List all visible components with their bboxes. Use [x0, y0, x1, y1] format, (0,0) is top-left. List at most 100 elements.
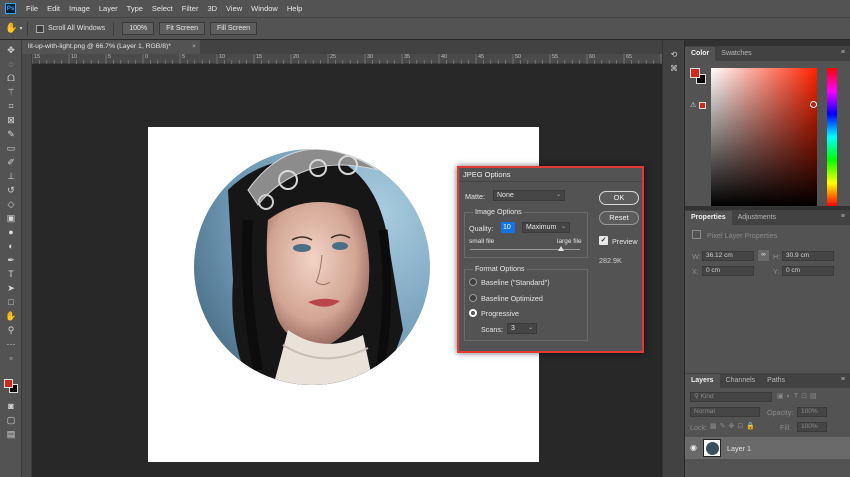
visibility-eye-icon[interactable]: ◉ — [690, 443, 697, 452]
reset-button[interactable]: Reset — [599, 211, 639, 225]
progressive-radio[interactable] — [469, 309, 477, 317]
link-dimensions-icon[interactable]: ∞ — [758, 250, 769, 261]
screen-mode-full-icon[interactable]: ▤ — [4, 428, 18, 440]
edit-toolbar-icon[interactable]: ▫ — [4, 352, 18, 364]
foreground-color-chip[interactable] — [690, 68, 700, 78]
filter-icons[interactable]: ▣◐T⊡▤ — [777, 392, 820, 400]
screen-mode-icon[interactable]: ▢ — [4, 414, 18, 426]
ok-button[interactable]: OK — [599, 191, 639, 205]
clone-stamp-tool-icon[interactable]: ⊥ — [4, 170, 18, 182]
scroll-all-windows-checkbox[interactable] — [36, 24, 44, 33]
brush-settings-panel-icon[interactable]: ⌘ — [668, 64, 680, 75]
web-safe-chip[interactable] — [699, 102, 706, 109]
frame-tool-icon[interactable]: ⊠ — [4, 114, 18, 126]
hand-tool-preset-icon[interactable]: ✋ ▾ — [5, 22, 22, 36]
path-selection-tool-icon[interactable]: ➤ — [4, 282, 18, 294]
brush-tool-icon[interactable]: ✐ — [4, 156, 18, 168]
close-tab-icon[interactable]: × — [192, 40, 196, 54]
progressive-label: Progressive — [481, 309, 519, 318]
hue-slider[interactable] — [827, 68, 837, 206]
opacity-field[interactable]: 100% — [797, 407, 827, 417]
dodge-tool-icon[interactable]: ◐ — [4, 240, 18, 252]
move-tool-icon[interactable]: ✥ — [4, 44, 18, 56]
more-tools-icon[interactable]: ⋯ — [4, 338, 18, 350]
blur-tool-icon[interactable]: ● — [4, 226, 18, 238]
tab-paths[interactable]: Paths — [761, 374, 791, 388]
tab-adjustments[interactable]: Adjustments — [732, 211, 783, 225]
color-picker-cursor[interactable] — [810, 101, 817, 108]
panel-menu-icon[interactable]: ≡ — [841, 213, 845, 220]
healing-brush-tool-icon[interactable]: ▭ — [4, 142, 18, 154]
baseline-standard-radio[interactable] — [469, 278, 477, 286]
tab-channels[interactable]: Channels — [720, 374, 762, 388]
menu-help[interactable]: Help — [287, 4, 302, 13]
blend-mode-select[interactable]: Normal — [690, 407, 760, 417]
lasso-tool-icon[interactable]: ᗝ — [4, 72, 18, 84]
layer-filter-select[interactable]: ⚲ Kind — [690, 392, 772, 402]
eraser-tool-icon[interactable]: ◇ — [4, 198, 18, 210]
tab-swatches[interactable]: Swatches — [715, 47, 757, 61]
history-brush-tool-icon[interactable]: ↺ — [4, 184, 18, 196]
crop-tool-icon[interactable]: ⌗ — [4, 100, 18, 112]
menu-type[interactable]: Type — [127, 4, 143, 13]
tab-layers[interactable]: Layers — [685, 374, 720, 388]
ruler-label: 10 — [219, 54, 226, 60]
fill-value: 100% — [801, 423, 818, 430]
quality-preset-select[interactable]: Maximum ⌄ — [522, 222, 570, 233]
fit-screen-button[interactable]: Fit Screen — [159, 22, 205, 35]
quality-preset-value: Maximum — [526, 224, 557, 231]
baseline-optimized-radio[interactable] — [469, 294, 477, 302]
eyedropper-tool-icon[interactable]: ✎ — [4, 128, 18, 140]
matte-select[interactable]: None ⌄ — [493, 190, 565, 201]
y-field[interactable]: 0 cm — [782, 266, 834, 276]
zoom-100-button[interactable]: 100% — [122, 22, 155, 35]
quick-mask-icon[interactable]: ◙ — [4, 400, 18, 412]
fill-screen-button[interactable]: Fill Screen — [210, 22, 258, 35]
menu-layer[interactable]: Layer — [99, 4, 118, 13]
width-field[interactable]: 36.12 cm — [702, 251, 754, 261]
layer-name[interactable]: Layer 1 — [727, 444, 751, 453]
pixel-layer-icon — [692, 230, 701, 239]
document-tab[interactable]: lit-up-with-light.png @ 66.7% (Layer 1, … — [22, 40, 200, 54]
menu-view[interactable]: View — [226, 4, 242, 13]
w-label: W: — [692, 252, 701, 261]
menu-window[interactable]: Window — [251, 4, 278, 13]
x-field[interactable]: 0 cm — [702, 266, 754, 276]
menu-image[interactable]: Image — [69, 4, 90, 13]
menu-file[interactable]: File — [26, 4, 38, 13]
scans-select[interactable]: 3 ⌄ — [507, 323, 537, 334]
gamut-warning-icon[interactable]: ⚠ — [690, 101, 696, 109]
chevron-down-icon: ⌄ — [527, 325, 533, 331]
menu-filter[interactable]: Filter — [182, 4, 199, 13]
menu-edit[interactable]: Edit — [47, 4, 60, 13]
height-field[interactable]: 30.9 cm — [782, 251, 834, 261]
tab-properties[interactable]: Properties — [685, 211, 732, 225]
quality-slider-thumb[interactable] — [558, 246, 565, 251]
ruler-label: 0 — [145, 54, 149, 60]
menu-select[interactable]: Select — [152, 4, 173, 13]
document-tab-title: lit-up-with-light.png @ 66.7% (Layer 1, … — [28, 43, 169, 50]
foreground-color-swatch[interactable] — [4, 379, 13, 388]
tab-color[interactable]: Color — [685, 47, 716, 61]
matte-label: Matte: — [465, 192, 485, 201]
magic-wand-tool-icon[interactable]: ⚚ — [4, 86, 18, 98]
menu-3d[interactable]: 3D — [207, 4, 217, 13]
history-panel-icon[interactable]: ⟲ — [668, 50, 680, 61]
gradient-tool-icon[interactable]: ▣ — [4, 212, 18, 224]
pen-tool-icon[interactable]: ✒ — [4, 254, 18, 266]
quality-input[interactable]: 10 — [501, 222, 515, 233]
type-tool-icon[interactable]: T — [4, 268, 18, 280]
rectangle-tool-icon[interactable]: □ — [4, 296, 18, 308]
fill-field[interactable]: 100% — [797, 422, 827, 432]
panel-menu-icon[interactable]: ≡ — [841, 49, 845, 56]
marquee-tool-icon[interactable]: ◌ — [4, 58, 18, 70]
lock-icons[interactable]: ▦✎✥⊡🔒 — [710, 422, 758, 430]
photoshop-logo-icon[interactable]: Ps — [5, 3, 16, 14]
hand-tool-icon[interactable]: ✋ — [4, 310, 18, 322]
layer-row[interactable]: ◉ Layer 1 — [685, 437, 850, 459]
panel-menu-icon[interactable]: ≡ — [841, 376, 845, 383]
preview-checkbox[interactable]: ✓ — [599, 236, 608, 245]
large-file-label: large file — [557, 238, 582, 245]
color-field[interactable] — [711, 68, 817, 206]
zoom-tool-icon[interactable]: ⚲ — [4, 324, 18, 336]
